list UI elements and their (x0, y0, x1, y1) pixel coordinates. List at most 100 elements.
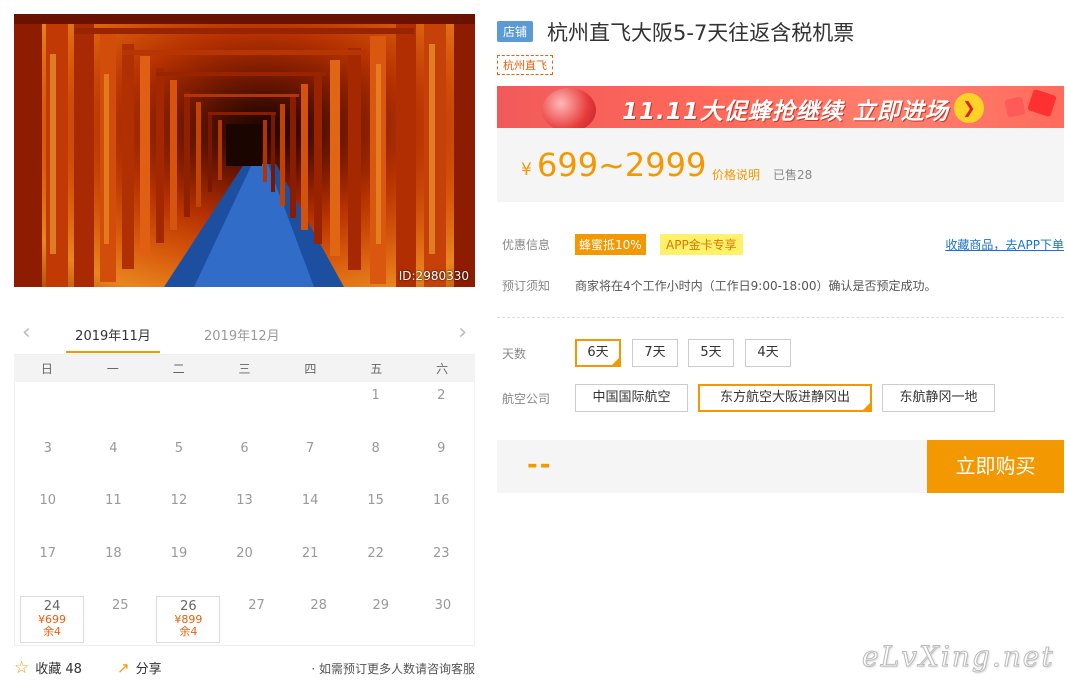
calendar-day-available[interactable]: 26 ¥899 余4 (156, 596, 221, 643)
calendar-day (81, 382, 147, 435)
day-number: 4 (109, 440, 118, 456)
favorite-button[interactable]: ☆ 收藏 48 (14, 658, 82, 678)
group-booking-hint: · 如需预订更多人数请咨询客服 (311, 662, 475, 676)
calendar-day: 11 (81, 487, 147, 540)
calendar-week-row: 12 (15, 382, 474, 435)
share-icon: ↗ (117, 659, 130, 677)
calendar-day: 22 (343, 540, 409, 593)
weekday-label: 一 (106, 362, 119, 376)
day-number: 22 (367, 545, 384, 561)
day-number: 20 (236, 545, 253, 561)
day-number: 29 (372, 598, 390, 614)
calendar-day: 4 (81, 435, 147, 488)
share-button[interactable]: ↗ 分享 (117, 658, 162, 677)
weekday-label: 二 (172, 362, 185, 376)
day-number: 9 (437, 440, 446, 456)
chevron-right-icon[interactable]: › (458, 322, 467, 344)
day-number: 18 (105, 545, 122, 561)
notice-text: 商家将在4个工作小时内（工作日9:00-18:00）确认是否预定成功。 (575, 279, 937, 293)
buy-now-button[interactable]: 立即购买 (927, 440, 1064, 493)
days-option-5[interactable]: 5天 (688, 339, 734, 367)
chevron-left-icon[interactable]: ‹ (22, 322, 31, 344)
day-number: 28 (310, 598, 327, 614)
days-option-4[interactable]: 4天 (745, 339, 791, 367)
day-number: 10 (39, 493, 57, 509)
weekday-label: 五 (370, 362, 383, 376)
weekday-label: 三 (238, 362, 251, 376)
product-title: 杭州直飞大阪5-7天往返含税机票 (547, 21, 855, 45)
day-number: 16 (432, 493, 450, 509)
day-number: 24 (43, 599, 61, 615)
calendar-day: 17 (15, 540, 81, 593)
airline-option-china-eastern-shizuoka[interactable]: 东航静冈一地 (882, 384, 995, 412)
watermark-logo: eLvXing.net (862, 640, 1055, 674)
favorite-label: 收藏 48 (35, 662, 82, 677)
calendar-day: 13 (212, 487, 278, 540)
arrow-right-icon[interactable]: ❯ (954, 93, 984, 123)
calendar-day: 28 (288, 592, 350, 645)
promo-label: 优惠信息 (502, 238, 551, 252)
airline-option-china-eastern-osaka[interactable]: 东方航空大阪进静冈出 (698, 384, 872, 412)
calendar-weekdays: 日 一 二 三 四 五 六 (14, 354, 475, 382)
day-number: 15 (367, 493, 384, 509)
airline-option-air-china[interactable]: 中国国际航空 (575, 384, 688, 412)
buy-bar: -- 立即购买 (497, 440, 1064, 493)
day-number: 6 (240, 440, 249, 456)
honey-discount-badge: 蜂蜜抵10% (575, 234, 646, 255)
day-number: 13 (236, 493, 253, 509)
calendar-day: 16 (408, 487, 474, 540)
calendar-week-row: 24 ¥699 余4 25 26 ¥899 余4 27 28 29 30 (15, 592, 474, 645)
calendar-day: 6 (212, 435, 278, 488)
calendar-day: 12 (146, 487, 212, 540)
balloon-icon (542, 88, 596, 128)
day-number: 17 (39, 545, 57, 561)
airline-label: 航空公司 (502, 392, 551, 406)
day-number: 30 (434, 598, 452, 614)
divider (497, 317, 1064, 318)
calendar-grid: 1 2 3 4 5 6 7 8 9 10 11 12 13 14 15 16 17 18 19 20 21 22 23 24 ¥… (14, 382, 475, 646)
day-number: 12 (170, 493, 188, 509)
calendar-day: 3 (15, 435, 81, 488)
calendar-day: 30 (412, 592, 474, 645)
days-option-7[interactable]: 7天 (632, 339, 678, 367)
day-number: 3 (43, 440, 52, 456)
day-number: 2 (437, 388, 446, 403)
price-box: ¥ 699~2999 价格说明 已售28 (497, 128, 1064, 202)
calendar-day: 18 (81, 540, 147, 593)
tab-month-current[interactable]: 2019年11月 (66, 325, 160, 353)
calendar-day: 1 (343, 382, 409, 435)
calendar-day: 21 (277, 540, 343, 593)
day-remaining: 余4 (179, 625, 198, 639)
calendar-day: 19 (146, 540, 212, 593)
product-photo[interactable]: ID:2980330 (14, 14, 475, 287)
shop-badge: 店铺 (497, 21, 534, 42)
calendar-day (146, 382, 212, 435)
calendar-day: 14 (277, 487, 343, 540)
day-number: 23 (432, 545, 450, 561)
price-explain-link[interactable]: 价格说明 (712, 166, 760, 183)
calendar-day: 2 (408, 382, 474, 435)
day-number: 26 (180, 599, 197, 615)
save-and-app-order-link[interactable]: 收藏商品，去APP下单 (945, 236, 1064, 253)
calendar-day: 7 (277, 435, 343, 488)
tab-month-next[interactable]: 2019年12月 (204, 325, 280, 344)
calendar-day: 20 (212, 540, 278, 593)
calendar-week-row: 17 18 19 20 21 22 23 (15, 540, 474, 593)
days-option-6[interactable]: 6天 (575, 339, 621, 367)
torii-tunnel-image (14, 14, 475, 287)
notice-label: 预订须知 (502, 279, 551, 293)
calendar-day: 9 (408, 435, 474, 488)
day-number: 7 (305, 440, 315, 456)
days-label: 天数 (502, 347, 527, 361)
calendar-day-available[interactable]: 24 ¥699 余4 (20, 596, 85, 643)
red-envelope-icon (1027, 88, 1057, 118)
calendar-week-row: 3 4 5 6 7 8 9 (15, 435, 474, 488)
photo-id-label: ID:2980330 (398, 269, 469, 283)
direct-flight-tag: 杭州直飞 (497, 55, 553, 75)
promo-banner[interactable]: 11.11大促蜂抢继续 立即进场 ❯ (497, 86, 1064, 128)
calendar-day: 25 (89, 592, 151, 645)
day-number: 27 (248, 598, 265, 614)
day-number: 14 (301, 493, 319, 509)
star-icon: ☆ (14, 658, 30, 678)
red-envelope-icon (1004, 96, 1026, 118)
